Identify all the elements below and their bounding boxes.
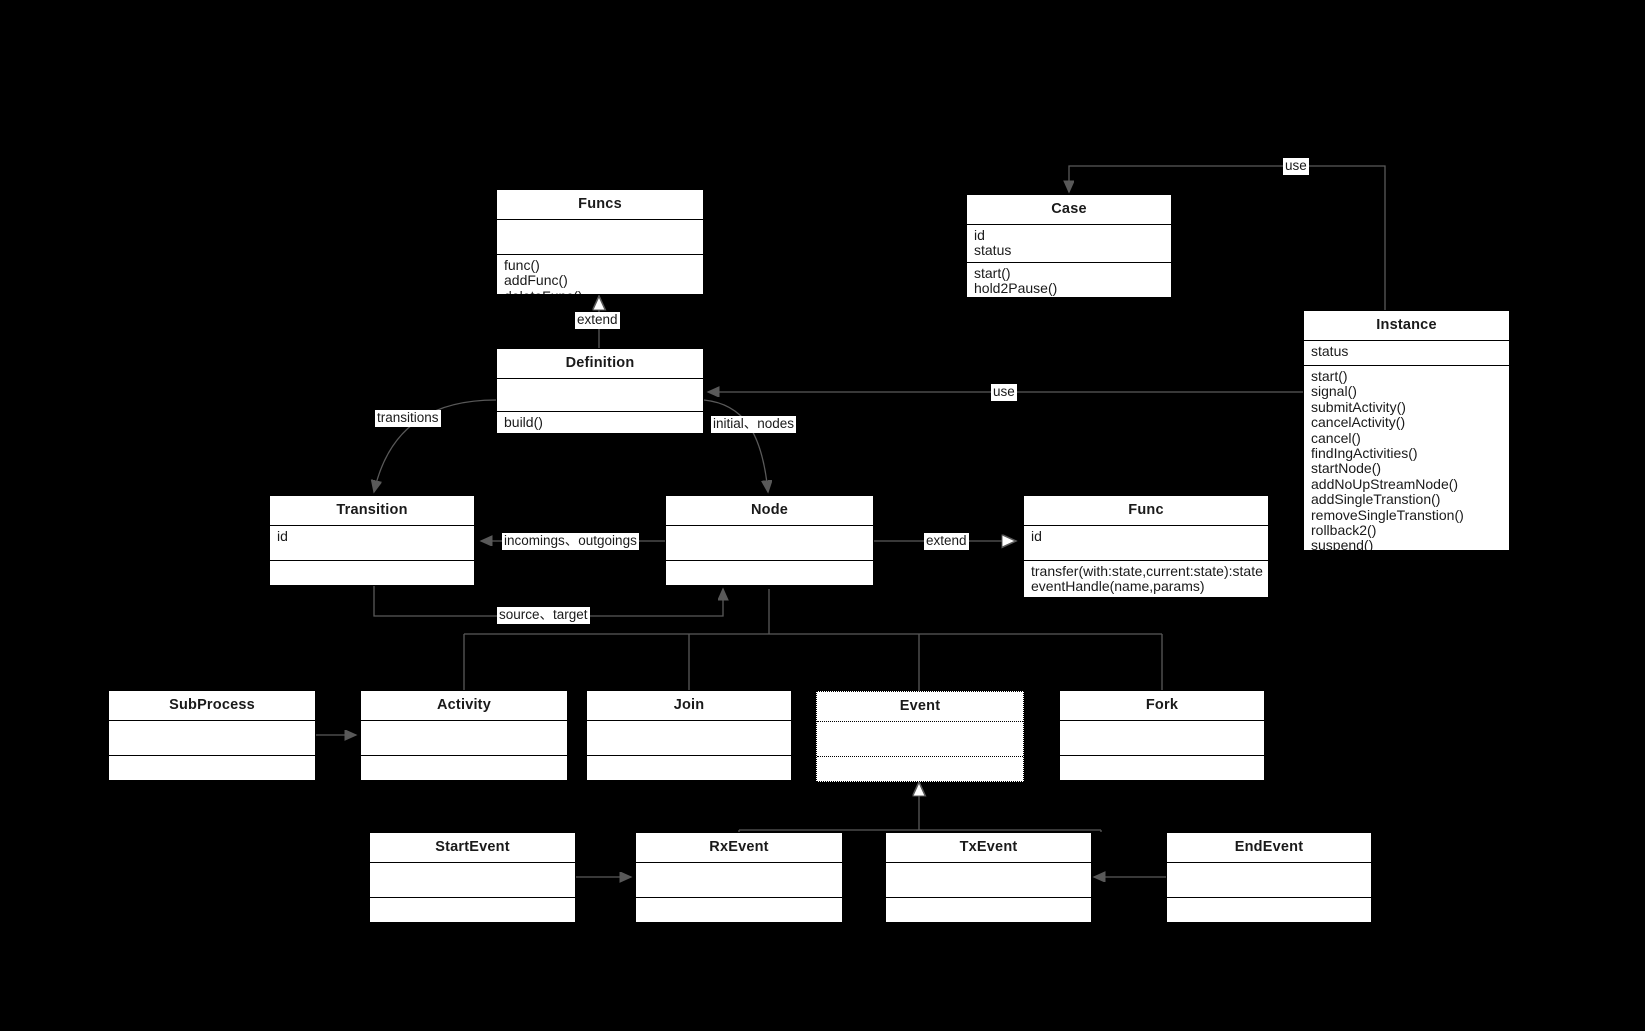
operation-row: start() — [974, 264, 1011, 281]
class-attributes-transition: id — [270, 526, 474, 561]
class-operations-join — [587, 756, 791, 780]
operation-row: submitActivity() — [1311, 398, 1406, 415]
operation-row: startNode() — [1311, 460, 1382, 477]
operation-row: signal() — [1311, 383, 1357, 400]
class-box-funcs[interactable]: Funcs func() addFunc() deleteFunc() — [496, 189, 704, 295]
operation-row: transfer() — [967, 296, 1171, 297]
class-operations-startevent — [370, 898, 575, 922]
class-title-definition: Definition — [497, 349, 703, 379]
class-title-fork: Fork — [1060, 691, 1264, 721]
class-operations-func: transfer(with:state,current:state):state… — [1024, 561, 1268, 597]
operation-row: findIngActivities() — [1311, 445, 1418, 462]
class-title-instance: Instance — [1304, 311, 1509, 341]
class-title-join: Join — [587, 691, 791, 721]
class-box-fork[interactable]: Fork — [1059, 690, 1265, 781]
edge-label-initial-nodes: initial、nodes — [711, 416, 797, 433]
operation-row: cancel() — [1311, 429, 1361, 446]
attribute-row: status — [974, 242, 1012, 259]
class-operations-instance: start() signal() submitActivity() cancel… — [1304, 366, 1509, 551]
class-operations-definition: build() — [497, 412, 703, 433]
class-title-startevent: StartEvent — [370, 833, 575, 863]
class-title-activity: Activity — [361, 691, 567, 721]
class-operations-txevent — [886, 898, 1091, 922]
class-title-funcs: Funcs — [497, 190, 703, 220]
class-box-event[interactable]: Event — [816, 691, 1024, 782]
attribute-row: id — [1031, 528, 1042, 544]
class-attributes-funcs — [497, 220, 703, 255]
class-box-rxevent[interactable]: RxEvent — [635, 832, 843, 923]
edge-label-source-target: source、target — [497, 607, 590, 624]
class-box-startevent[interactable]: StartEvent — [369, 832, 576, 923]
operation-row: eventHandle(name,params) — [1031, 578, 1205, 595]
operation-row: suspend() — [1311, 537, 1374, 551]
class-box-transition[interactable]: Transition id — [269, 495, 475, 586]
class-operations-transition — [270, 561, 474, 585]
operation-row: deleteFunc() — [497, 288, 703, 294]
operation-row: removeSingleTranstion() — [1311, 506, 1464, 523]
class-operations-subprocess — [109, 756, 315, 780]
class-attributes-rxevent — [636, 863, 842, 898]
class-attributes-endevent — [1167, 863, 1371, 898]
class-box-func[interactable]: Func id transfer(with:state,current:stat… — [1023, 495, 1269, 598]
operation-row: transfer(with:state,current:state):state — [1031, 563, 1263, 579]
class-title-rxevent: RxEvent — [636, 833, 842, 863]
edge-label-use-top: use — [1283, 158, 1309, 175]
class-box-case[interactable]: Case id status start() hold2Pause() tran… — [966, 194, 1172, 298]
class-box-txevent[interactable]: TxEvent — [885, 832, 1092, 923]
class-title-subprocess: SubProcess — [109, 691, 315, 721]
class-attributes-fork — [1060, 721, 1264, 756]
class-title-event: Event — [817, 692, 1023, 722]
edge-label-incomings-outgoings: incomings、outgoings — [502, 533, 639, 550]
class-box-subprocess[interactable]: SubProcess — [108, 690, 316, 781]
class-attributes-case: id status — [967, 225, 1171, 263]
operation-row: hold2Pause() — [974, 280, 1058, 297]
uml-diagram-canvas: Funcs func() addFunc() deleteFunc() Case… — [0, 0, 1645, 1031]
operation-row: rollback2() — [1311, 522, 1377, 539]
class-attributes-instance: status — [1304, 341, 1509, 366]
edge-label-extend-funcs: extend — [575, 312, 620, 329]
class-box-join[interactable]: Join — [586, 690, 792, 781]
class-box-endevent[interactable]: EndEvent — [1166, 832, 1372, 923]
operation-row: addFunc() — [504, 272, 568, 289]
operation-row: addNoUpStreamNode() — [1311, 475, 1459, 492]
class-box-instance[interactable]: Instance status start() signal() submitA… — [1303, 310, 1510, 551]
class-attributes-txevent — [886, 863, 1091, 898]
class-attributes-subprocess — [109, 721, 315, 756]
class-attributes-definition — [497, 379, 703, 412]
class-title-case: Case — [967, 195, 1171, 225]
class-title-txevent: TxEvent — [886, 833, 1091, 863]
operation-row: build() — [504, 414, 543, 430]
class-attributes-join — [587, 721, 791, 756]
class-operations-activity — [361, 756, 567, 780]
class-box-node[interactable]: Node — [665, 495, 874, 586]
operation-row: cancelActivity() — [1311, 414, 1406, 431]
operation-row: func() — [504, 257, 540, 273]
class-title-node: Node — [666, 496, 873, 526]
operation-row: start() — [1311, 368, 1348, 384]
class-attributes-node — [666, 526, 873, 561]
class-operations-fork — [1060, 756, 1264, 780]
class-operations-node — [666, 561, 873, 585]
attribute-row: id — [974, 227, 985, 243]
class-box-definition[interactable]: Definition build() — [496, 348, 704, 434]
class-attributes-func: id — [1024, 526, 1268, 561]
attribute-row: status — [1311, 343, 1349, 359]
class-operations-funcs: func() addFunc() deleteFunc() — [497, 255, 703, 294]
class-operations-endevent — [1167, 898, 1371, 922]
class-box-activity[interactable]: Activity — [360, 690, 568, 781]
class-operations-case: start() hold2Pause() transfer() — [967, 263, 1171, 297]
class-title-transition: Transition — [270, 496, 474, 526]
class-attributes-activity — [361, 721, 567, 756]
class-operations-event — [817, 757, 1023, 781]
class-operations-rxevent — [636, 898, 842, 922]
class-attributes-startevent — [370, 863, 575, 898]
class-title-endevent: EndEvent — [1167, 833, 1371, 863]
edge-label-transitions: transitions — [375, 410, 441, 427]
operation-row: addSingleTranstion() — [1311, 491, 1441, 508]
edge-label-use-mid: use — [991, 384, 1017, 401]
class-title-func: Func — [1024, 496, 1268, 526]
class-attributes-event — [817, 722, 1023, 757]
attribute-row: id — [277, 528, 288, 544]
edge-label-extend-func: extend — [924, 533, 969, 550]
